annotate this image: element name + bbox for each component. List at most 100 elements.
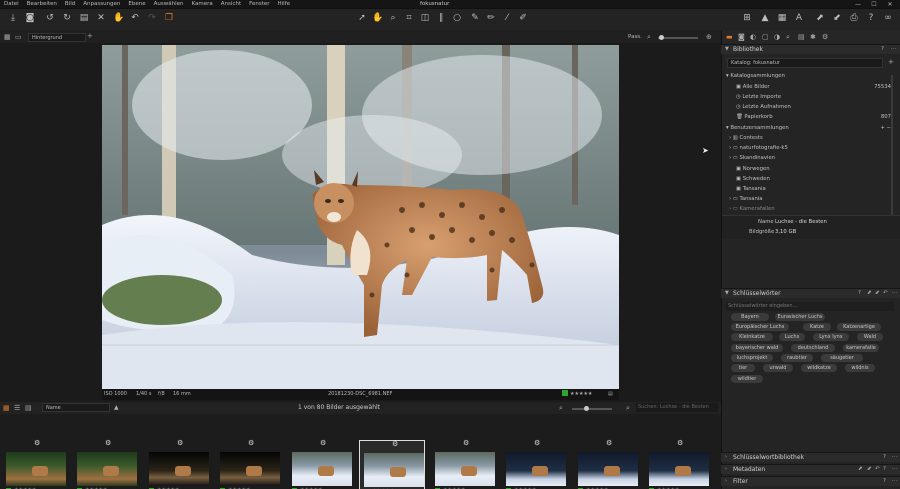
menu-kamera[interactable]: Kamera	[192, 1, 213, 7]
menu-fenster[interactable]: Fenster	[249, 1, 269, 7]
grid-view-icon[interactable]: ▦	[4, 33, 11, 41]
composition-tab-icon[interactable]: ▢	[762, 33, 769, 41]
metadata-panel-header[interactable]: › Metadaten ⬈ ⬋ ↶ ? ⋯	[721, 464, 900, 474]
catalog-collections-header[interactable]: ▾ Katalogsammlungen	[726, 73, 891, 79]
expand-icon[interactable]: ›	[725, 466, 727, 472]
thumbnail[interactable]: ⚙★★★★★	[359, 440, 425, 489]
keyword-tag[interactable]: Katzenartige	[837, 323, 881, 331]
user-collection-item[interactable]: ▣ Norwegen	[736, 166, 770, 172]
more-icon[interactable]: ⋯	[892, 478, 898, 484]
copy-keywords-icon[interactable]: ⬈	[867, 290, 872, 296]
keyword-tag[interactable]: deutschland	[791, 344, 835, 352]
add-catalog-icon[interactable]: +	[888, 58, 894, 66]
zoom-icon[interactable]: ⌕	[647, 33, 651, 42]
thumbnail[interactable]: ⚙★★★★★	[2, 440, 68, 489]
pan-hand-icon[interactable]: ✋	[372, 13, 383, 24]
metadata-tab-icon[interactable]: ✱	[810, 33, 816, 41]
keyword-tag[interactable]: Katze	[803, 323, 831, 331]
expand-icon[interactable]: ›	[725, 454, 727, 460]
zoom-slider[interactable]	[658, 37, 698, 39]
thumbnail[interactable]: ⚙★★★★★	[645, 440, 711, 489]
menu-bearbeiten[interactable]: Bearbeiten	[27, 1, 57, 7]
reset-keywords-icon[interactable]: ↶	[883, 290, 888, 296]
import-icon[interactable]: ⤓	[8, 13, 18, 24]
grid-icon[interactable]: ⊞	[742, 13, 752, 24]
thumbnail[interactable]: ⚙★★★★★	[502, 440, 568, 489]
lens-tab-icon[interactable]: ◐	[750, 33, 756, 41]
keyword-library-panel-header[interactable]: › Schlüsselwortbibliothek ? ⋯	[721, 452, 900, 462]
user-collection-item[interactable]: ▣ Schweden	[736, 176, 770, 182]
keyword-tag[interactable]: urwald	[763, 364, 793, 372]
output-tab-icon[interactable]: ⚙	[822, 33, 828, 41]
annotation-icon[interactable]: ✐	[518, 13, 528, 24]
help-icon[interactable]: ?	[883, 466, 886, 472]
more-icon[interactable]: ⋯	[891, 46, 897, 52]
user-collection-item[interactable]: › ▭ Tansania	[729, 196, 763, 202]
keyword-tag[interactable]: tier	[731, 364, 755, 372]
more-icon[interactable]: ⋯	[892, 466, 898, 472]
delete-icon[interactable]: ✕	[96, 13, 106, 24]
panel-icon[interactable]: ▦	[777, 13, 787, 24]
thumbnail[interactable]: ⚙★★★★★	[574, 440, 640, 489]
keyword-input[interactable]: Schlüsselwörter eingeben...	[726, 302, 894, 311]
apply-icon[interactable]: ⬋	[832, 13, 842, 24]
print-icon[interactable]: ⎙	[849, 13, 859, 24]
keyword-tag[interactable]: Eurasischer Luchs	[775, 313, 825, 321]
add-icon[interactable]: +	[87, 32, 93, 40]
keyword-tag[interactable]: wildkatze	[801, 364, 837, 372]
collection-recent-imports[interactable]: ◷ Letzte Importe	[736, 94, 891, 100]
camera-icon[interactable]: ◙	[25, 13, 35, 24]
keyword-tag[interactable]: Luchs	[779, 333, 805, 341]
expand-icon[interactable]: ›	[725, 478, 727, 484]
info-icon[interactable]: ▤	[608, 391, 613, 397]
keyword-tag[interactable]: luchsprojekt	[731, 354, 773, 362]
brush-icon[interactable]: ✎	[470, 13, 480, 24]
apply-metadata-icon[interactable]: ⬋	[867, 466, 872, 472]
collection-all-images[interactable]: ▣ Alle Bilder 75534	[736, 84, 891, 90]
thumbnail[interactable]: ⚙★★★★★	[145, 440, 211, 489]
undo-icon[interactable]: ↶	[130, 13, 140, 24]
maximize-button[interactable]: ☐	[866, 0, 882, 9]
library-tab-icon[interactable]: ▬	[726, 33, 733, 41]
loupe-icon[interactable]: ⌕	[388, 13, 398, 24]
exposure-tab-icon[interactable]: ◑	[774, 33, 780, 41]
filter-panel-header[interactable]: › Filter ? ⋯	[721, 476, 900, 486]
color-tag[interactable]	[562, 390, 568, 396]
copy-icon[interactable]: ⬈	[815, 13, 825, 24]
add-remove-icons[interactable]: + −	[880, 125, 891, 131]
keyword-tag[interactable]: kamerafalle	[843, 344, 879, 352]
help-icon[interactable]: ?	[881, 46, 884, 52]
help-icon[interactable]: ?	[858, 290, 861, 296]
collection-trash[interactable]: 🗑 Papierkorb 807	[736, 114, 891, 120]
menu-ansicht[interactable]: Ansicht	[221, 1, 241, 7]
select-cursor-icon[interactable]: ➚	[357, 13, 367, 24]
filmstrip-browser-icon[interactable]: ▤	[25, 404, 32, 412]
user-collection-item[interactable]: › ▭ Skandinavien	[729, 155, 775, 161]
grid-browser-icon[interactable]: ▦	[3, 404, 10, 412]
keyword-tag[interactable]: Europäischer Luchs	[731, 323, 789, 331]
library-panel-header[interactable]: ▼ Bibliothek ? ⋯	[721, 44, 900, 54]
layers-icon[interactable]: ❐	[164, 13, 174, 24]
collapse-icon[interactable]: ▼	[725, 290, 729, 296]
user-collection-item[interactable]: › ▭ Kamerafallen	[729, 206, 775, 212]
reset-metadata-icon[interactable]: ↶	[875, 466, 880, 472]
thumb-size-handle[interactable]	[584, 406, 589, 411]
collection-recent-captures[interactable]: ◷ Letzte Aufnahmen	[736, 104, 891, 110]
apply-keywords-icon[interactable]: ⬋	[875, 290, 880, 296]
keyword-tag[interactable]: Lynx lynx	[813, 333, 849, 341]
menu-hilfe[interactable]: Hilfe	[278, 1, 291, 7]
rating-stars[interactable]: ★★★★★	[570, 391, 592, 397]
background-select[interactable]: Hintergrund	[28, 33, 86, 42]
keyword-tag[interactable]: raubtier	[781, 354, 813, 362]
user-collections-header[interactable]: ▾ Benutzersammlungen + −	[726, 125, 891, 131]
keyword-tag[interactable]: Wald	[857, 333, 883, 341]
zoom-slider-handle[interactable]	[659, 35, 664, 40]
thumb-size-icon[interactable]: ⌕	[559, 404, 563, 413]
rotate-right-icon[interactable]: ↻	[62, 13, 72, 24]
close-button[interactable]: ✕	[882, 0, 898, 9]
catalog-select[interactable]: Katalog: fokusnatur	[727, 58, 883, 68]
menu-anpassungen[interactable]: Anpassungen	[83, 1, 120, 7]
capture-tab-icon[interactable]: ◙	[738, 33, 745, 41]
keyword-tag[interactable]: Kleinkatze	[731, 333, 773, 341]
list-browser-icon[interactable]: ☰	[14, 404, 20, 412]
